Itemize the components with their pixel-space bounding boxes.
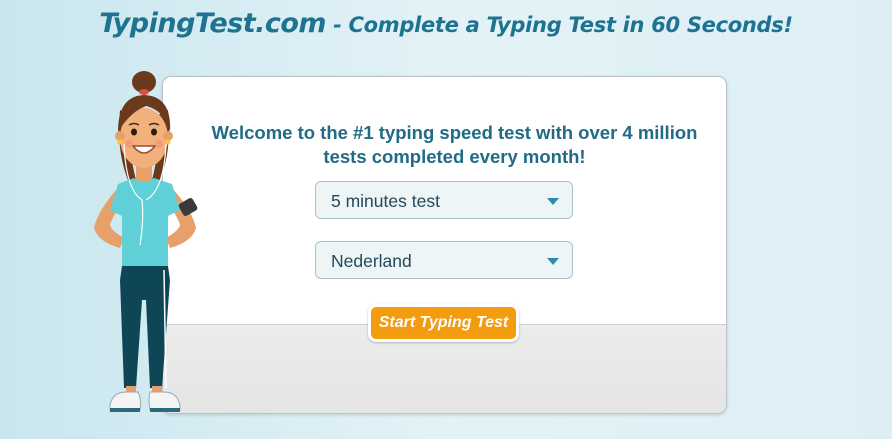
- welcome-line-1: Welcome to the #1 typing speed test with…: [211, 122, 698, 143]
- language-select-value: Nederland: [331, 251, 412, 271]
- welcome-message: Welcome to the #1 typing speed test with…: [183, 121, 726, 169]
- welcome-line-2: tests completed every month!: [323, 146, 586, 167]
- duration-select[interactable]: 5 minutes test: [315, 181, 573, 219]
- typing-test-card: Welcome to the #1 typing speed test with…: [162, 76, 727, 414]
- language-select[interactable]: Nederland: [315, 241, 573, 279]
- duration-select-value: 5 minutes test: [331, 191, 440, 211]
- chevron-down-icon: [547, 258, 559, 265]
- start-typing-test-button[interactable]: Start Typing Test: [368, 304, 519, 342]
- mascot-illustration: [94, 71, 198, 412]
- chevron-down-icon: [547, 198, 559, 205]
- page-header: TypingTest.com - Complete a Typing Test …: [0, 8, 892, 39]
- header-tagline: - Complete a Typing Test in 60 Seconds!: [326, 13, 793, 37]
- brand-logo-text[interactable]: TypingTest.com: [99, 8, 326, 39]
